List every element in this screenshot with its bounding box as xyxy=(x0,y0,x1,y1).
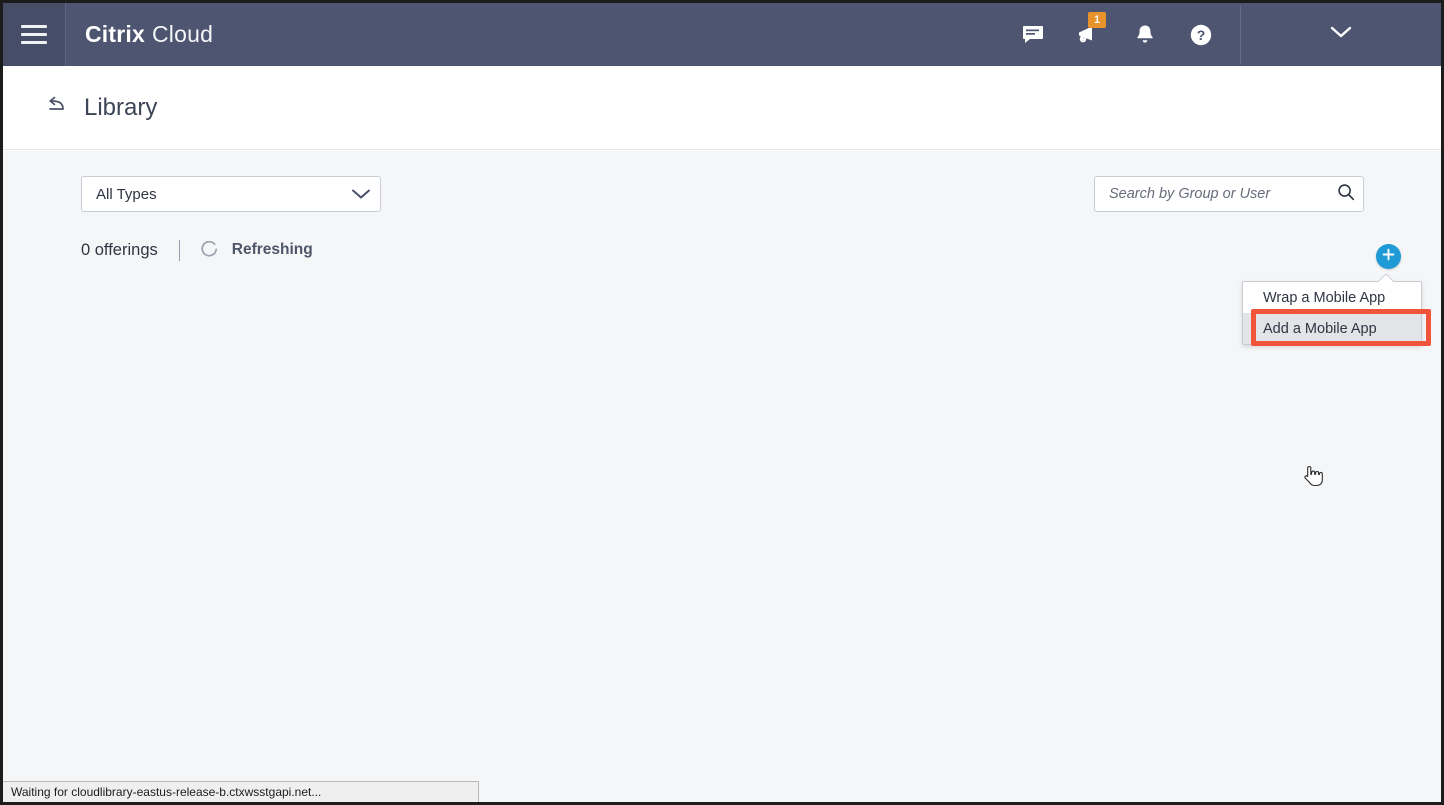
help-button[interactable]: ? xyxy=(1188,22,1214,48)
filter-toolbar: All Types xyxy=(3,176,1441,212)
announcements-button[interactable]: 1 xyxy=(1076,11,1106,48)
notifications-button[interactable] xyxy=(1132,22,1158,48)
svg-text:?: ? xyxy=(1197,27,1206,43)
brand-name-bold: Citrix xyxy=(85,21,145,47)
search-input[interactable] xyxy=(1095,185,1329,203)
feedback-icon xyxy=(1022,25,1044,45)
status-bar-text: Waiting for cloudlibrary-eastus-release-… xyxy=(11,785,322,799)
menu-item-add-mobile-app[interactable]: Add a Mobile App xyxy=(1243,313,1421,344)
brand-name-light: Cloud xyxy=(152,21,214,47)
search-button[interactable] xyxy=(1329,183,1363,206)
menu-item-label: Add a Mobile App xyxy=(1263,321,1377,337)
content-area: All Types Search by Group or User 0 offe… xyxy=(3,151,1441,802)
type-filter-value: All Types xyxy=(96,185,157,203)
menu-item-label: Wrap a Mobile App xyxy=(1263,289,1386,306)
add-offering-button[interactable] xyxy=(1376,244,1401,269)
notifications-bell-icon xyxy=(1135,24,1155,46)
search-box[interactable] xyxy=(1094,176,1364,212)
announcements-badge: 1 xyxy=(1088,11,1106,28)
page-title-bar: Library xyxy=(3,66,1441,150)
search-icon xyxy=(1337,183,1355,206)
hamburger-icon xyxy=(21,25,47,44)
type-filter-dropdown[interactable]: All Types xyxy=(81,176,381,212)
offerings-count: 0 offerings xyxy=(81,240,158,259)
add-offering-menu: Wrap a Mobile App Add a Mobile App xyxy=(1242,281,1422,345)
loading-spinner-icon xyxy=(201,240,220,260)
menu-item-wrap-mobile-app[interactable]: Wrap a Mobile App xyxy=(1243,282,1421,313)
refreshing-label: Refreshing xyxy=(231,241,313,258)
help-icon: ? xyxy=(1189,23,1213,47)
appbar-spacer xyxy=(213,3,1020,66)
chevron-down-icon xyxy=(342,187,380,201)
back-button[interactable] xyxy=(41,95,67,121)
menu-pointer-notch xyxy=(1378,274,1394,282)
status-divider xyxy=(178,239,180,261)
main-menu-button[interactable] xyxy=(3,3,66,66)
brand-logo: Citrix Cloud xyxy=(66,3,213,66)
page-title: Library xyxy=(84,93,158,121)
chevron-down-icon xyxy=(1328,24,1354,45)
back-arrow-icon xyxy=(42,96,66,119)
appbar-icon-group: 1 ? xyxy=(1020,3,1240,66)
offerings-status-row: 0 offerings Refreshing xyxy=(81,239,313,261)
browser-screenshot: Citrix Cloud 1 ? Library All Types Searc… xyxy=(0,0,1444,805)
feedback-button[interactable] xyxy=(1020,22,1046,48)
plus-icon xyxy=(1381,247,1396,267)
top-app-bar: Citrix Cloud 1 ? xyxy=(3,3,1441,66)
browser-status-bar: Waiting for cloudlibrary-eastus-release-… xyxy=(3,781,479,802)
account-menu-button[interactable] xyxy=(1241,3,1441,66)
mouse-cursor-pointer xyxy=(1303,465,1323,487)
